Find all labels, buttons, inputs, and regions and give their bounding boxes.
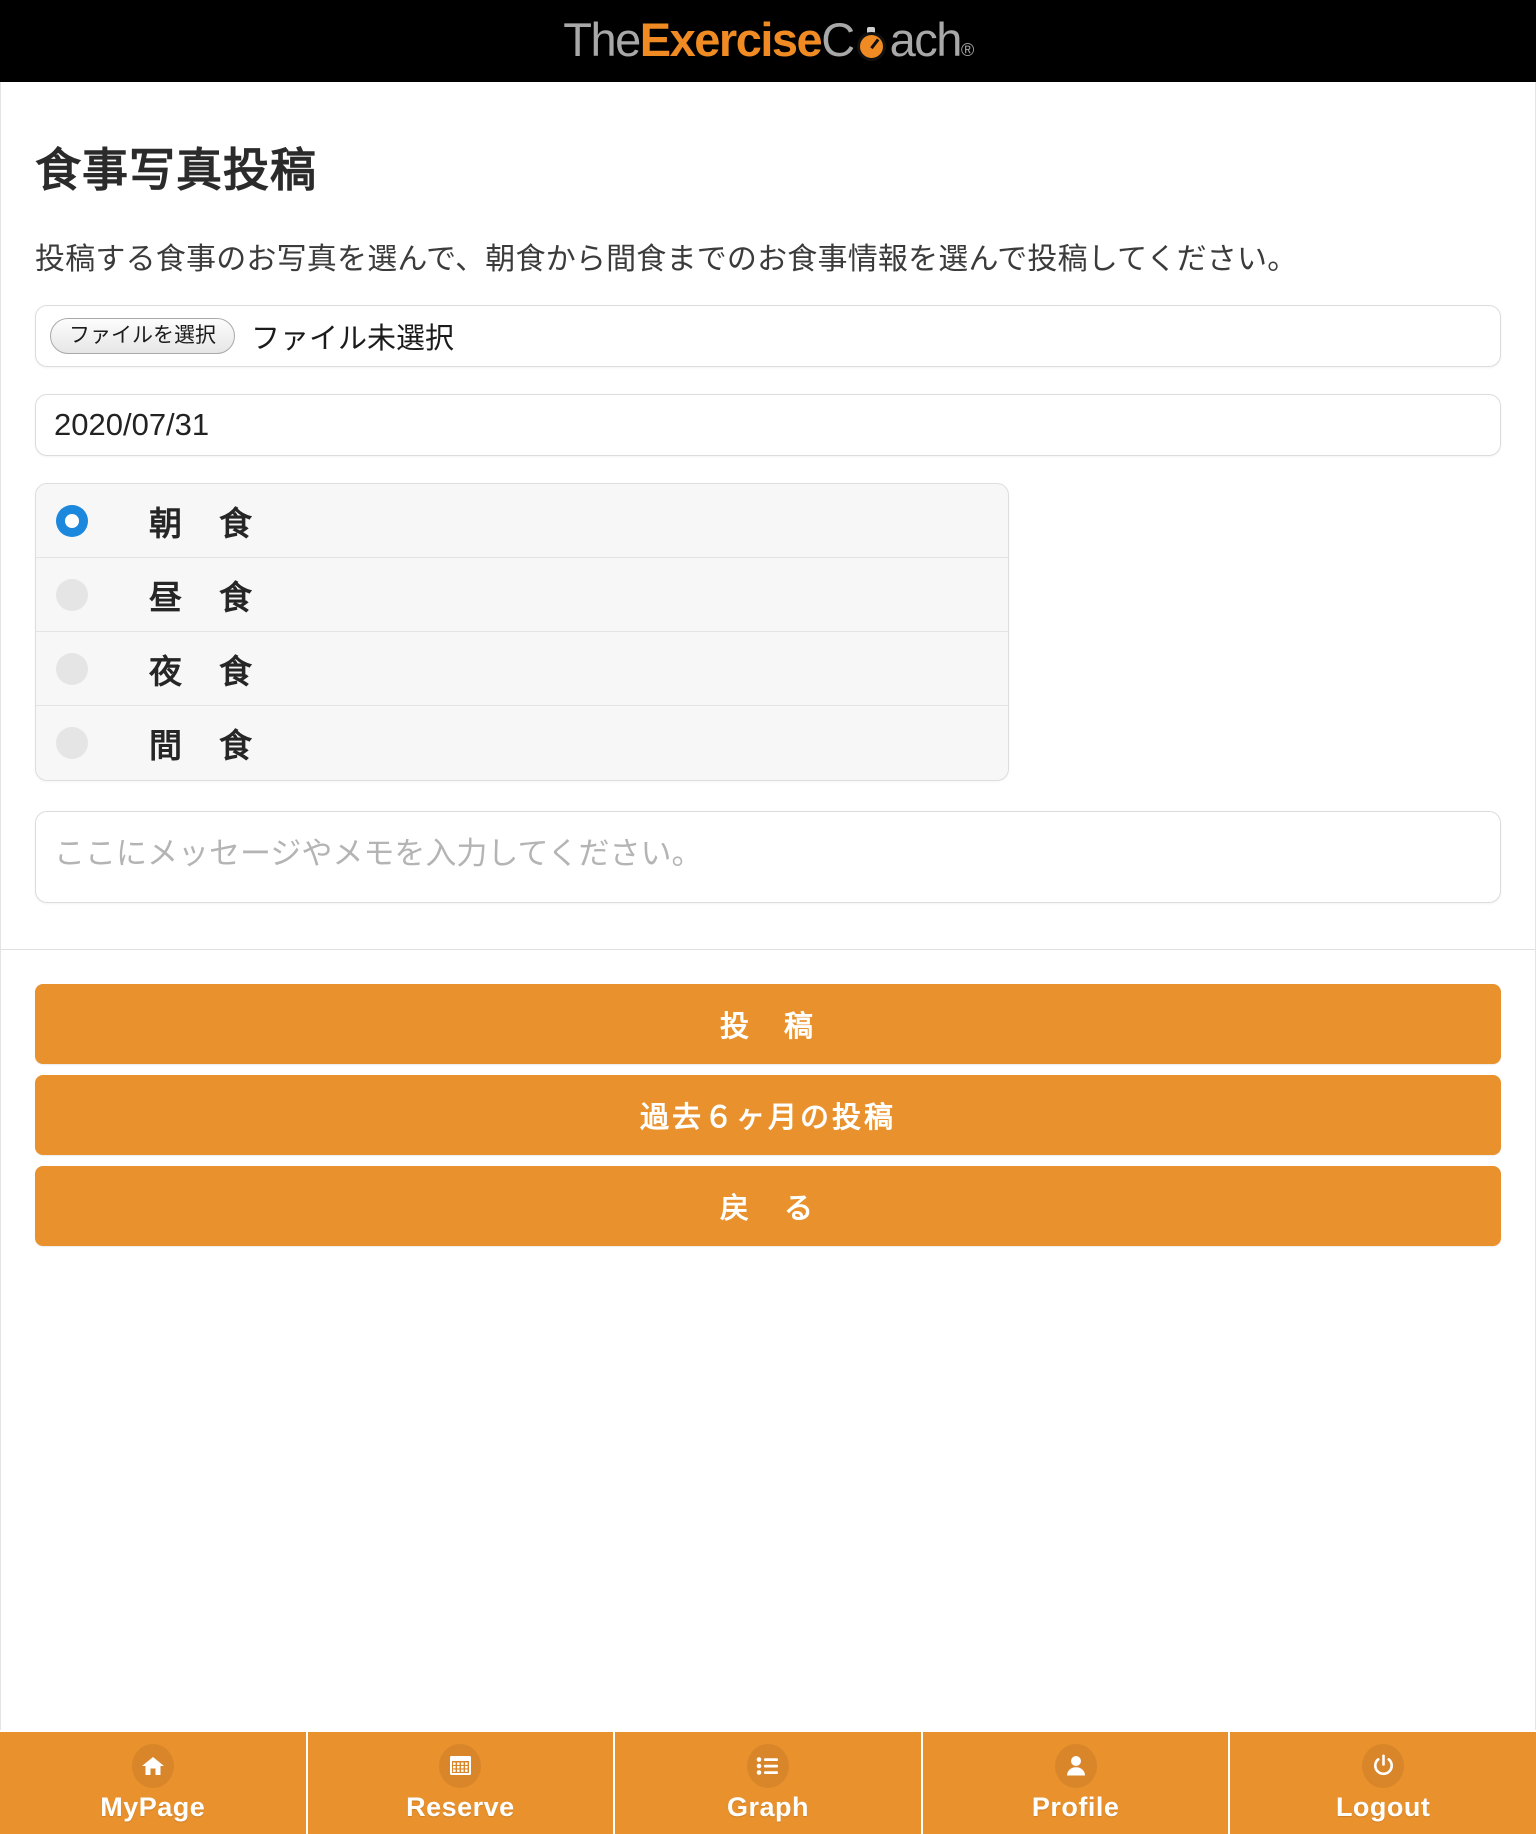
person-icon (1054, 1743, 1097, 1788)
calendar-icon (439, 1743, 482, 1788)
radio-dot-icon[interactable] (56, 504, 88, 537)
home-icon (131, 1743, 174, 1788)
page-description: 投稿する食事のお写真を選んで、朝食から間食までのお食事情報を選んで投稿してくださ… (35, 243, 1298, 276)
logo-text-c: C (821, 12, 855, 66)
nav-item-profile[interactable]: Profile (923, 1732, 1231, 1834)
logo-text-ach: ach (889, 12, 963, 66)
list-icon (746, 1743, 789, 1788)
back-button[interactable]: 戻 る (35, 1166, 1501, 1246)
meal-type-radio-group: 朝 食 昼 食 夜 食 間 食 (35, 483, 1009, 781)
nav-item-logout[interactable]: Logout (1230, 1732, 1536, 1834)
nav-label: Graph (726, 1791, 809, 1822)
file-status-label: ファイル未選択 (251, 323, 455, 355)
radio-label: 朝 食 (149, 504, 254, 542)
radio-option-snack[interactable]: 間 食 (36, 706, 1008, 780)
bottom-navigation-bar: MyPage Reserve Graph Profile Logout (0, 1730, 1536, 1834)
radio-option-dinner[interactable]: 夜 食 (36, 632, 1008, 706)
form-section: 食事写真投稿 投稿する食事のお写真を選んで、朝食から間食までのお食事情報を選んで… (1, 82, 1535, 903)
submit-post-button[interactable]: 投 稿 (35, 984, 1501, 1064)
nav-label: Profile (1031, 1791, 1120, 1822)
page-title: 食事写真投稿 (35, 144, 317, 196)
radio-dot-icon[interactable] (56, 578, 88, 611)
power-icon (1362, 1743, 1405, 1788)
nav-item-graph[interactable]: Graph (615, 1732, 923, 1834)
brand-logo: The Exercise Cach ® (563, 12, 974, 66)
nav-item-mypage[interactable]: MyPage (0, 1732, 308, 1834)
date-input-value[interactable]: 2020/07/31 (50, 407, 209, 443)
nav-label: Logout (1335, 1791, 1431, 1822)
radio-option-breakfast[interactable]: 朝 食 (36, 484, 1008, 558)
memo-placeholder-text: ここにメッセージやメモを入力してください。 (54, 836, 703, 871)
nav-item-reserve[interactable]: Reserve (308, 1732, 616, 1834)
registered-mark-icon: ® (960, 39, 974, 60)
radio-dot-icon[interactable] (56, 727, 88, 759)
date-field[interactable]: 2020/07/31 (35, 394, 1501, 456)
content-card: 食事写真投稿 投稿する食事のお写真を選んで、朝食から間食までのお食事情報を選んで… (0, 82, 1536, 1834)
app-root: The Exercise Cach ® 食事写真投稿 投稿する食事のお写真を選んで、朝… (0, 0, 1536, 1834)
stopwatch-icon (855, 27, 889, 61)
radio-option-lunch[interactable]: 昼 食 (36, 558, 1008, 632)
radio-label: 昼 食 (149, 578, 254, 616)
nav-label: Reserve (406, 1791, 515, 1822)
radio-label: 間 食 (149, 727, 254, 764)
logo-text-exercise: Exercise (639, 12, 823, 66)
header-bar: The Exercise Cach ® (0, 0, 1536, 82)
nav-label: MyPage (100, 1791, 206, 1822)
memo-textarea[interactable]: ここにメッセージやメモを入力してください。 (35, 811, 1501, 903)
radio-label: 夜 食 (149, 652, 254, 690)
logo-text-the: The (563, 12, 641, 66)
choose-file-button[interactable]: ファイルを選択 (50, 318, 235, 354)
action-button-group: 投 稿 過去６ヶ月の投稿 戻 る (1, 950, 1535, 1246)
file-upload-field[interactable]: ファイルを選択 ファイル未選択 (35, 305, 1501, 367)
past-six-months-posts-button[interactable]: 過去６ヶ月の投稿 (35, 1075, 1501, 1155)
radio-dot-icon[interactable] (56, 652, 88, 685)
